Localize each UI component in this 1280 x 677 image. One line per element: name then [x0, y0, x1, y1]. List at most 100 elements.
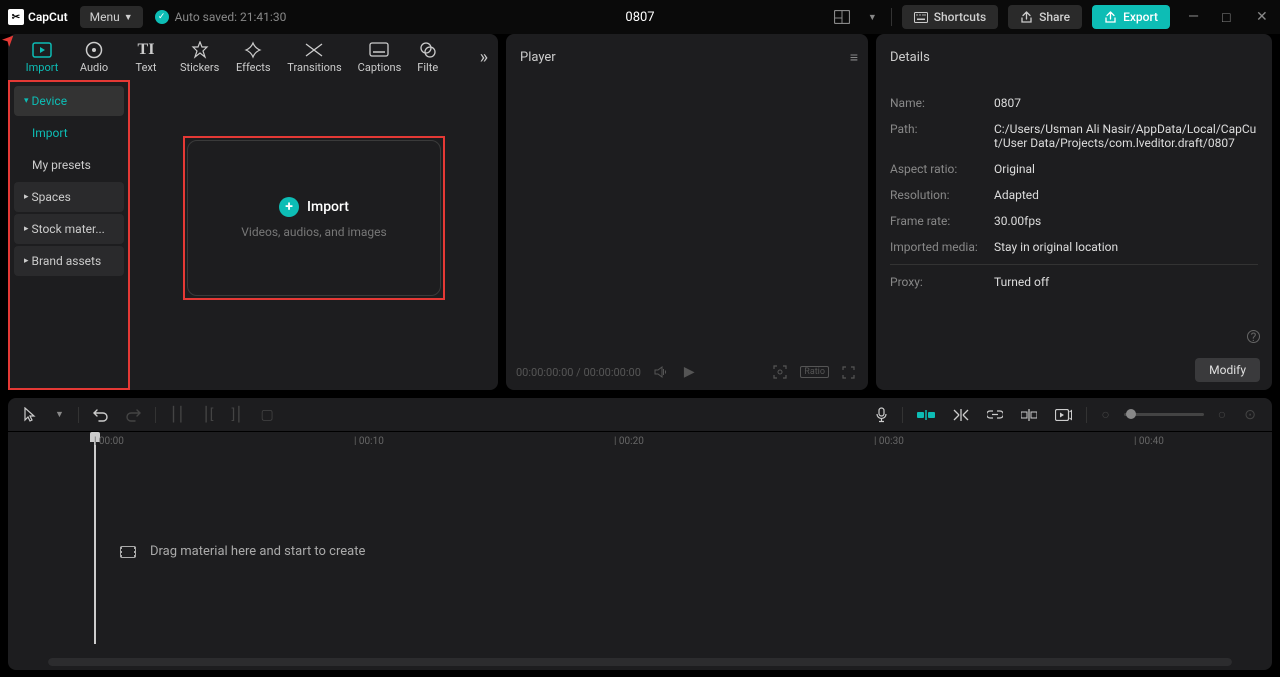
- import-subtitle: Videos, audios, and images: [241, 225, 386, 239]
- cursor-tool[interactable]: [20, 405, 41, 424]
- caret-right-icon: ▸: [24, 256, 29, 266]
- detail-row-name: Name:0807: [890, 90, 1258, 116]
- player-controls: 00:00:00:00 / 00:00:00:00 ▶ Ratio: [506, 354, 868, 390]
- import-title: Import: [307, 199, 349, 215]
- tab-filters[interactable]: Filte: [409, 37, 446, 78]
- timeline: ▼ ⎮⎮ ⎮[ ]⎮ ▢ ○ ○ ⊙ | 00:00| 00:10| 00:20…: [8, 398, 1272, 670]
- trim-left-tool[interactable]: ⎮[: [199, 405, 218, 425]
- split-tool[interactable]: ⎮⎮: [166, 405, 189, 425]
- player-menu-icon[interactable]: ≡: [850, 49, 858, 66]
- detail-label: Frame rate:: [890, 214, 994, 228]
- zoom-slider[interactable]: [1124, 413, 1204, 416]
- separator: [1086, 407, 1087, 423]
- sidebar-item-label: My presets: [32, 158, 91, 172]
- modify-button[interactable]: Modify: [1195, 358, 1260, 382]
- detail-value: Stay in original location: [994, 240, 1258, 254]
- player-panel: 00:00:00:00 / 00:00:00:00 ▶ Ratio: [506, 80, 868, 390]
- link-tool[interactable]: [983, 408, 1007, 421]
- divider: [890, 264, 1258, 265]
- separator: [155, 407, 156, 423]
- sidebar-item-import[interactable]: Import: [14, 118, 124, 148]
- maximize-button[interactable]: □: [1214, 5, 1238, 30]
- ruler-mark: | 00:40: [1134, 436, 1164, 447]
- detail-label: Imported media:: [890, 240, 994, 254]
- player-viewport: [506, 80, 868, 354]
- caret-down-icon: ▾: [24, 96, 29, 106]
- time-display: 00:00:00:00 / 00:00:00:00: [516, 366, 641, 379]
- audio-icon: [85, 41, 103, 59]
- ruler-mark: | 00:30: [874, 436, 904, 447]
- fullscreen-icon[interactable]: [839, 364, 858, 381]
- detail-value: 30.00fps: [994, 214, 1258, 228]
- trim-right-tool[interactable]: ]⎮: [228, 405, 247, 425]
- detail-label: Proxy:: [890, 275, 994, 289]
- tab-stickers[interactable]: Stickers: [172, 37, 227, 78]
- export-button[interactable]: Export: [1092, 5, 1170, 29]
- minimize-button[interactable]: —: [1180, 5, 1204, 29]
- plus-icon: +: [279, 197, 299, 217]
- timeline-scrollbar[interactable]: [48, 658, 1232, 666]
- sidebar-item-presets[interactable]: My presets: [14, 150, 124, 180]
- tab-transitions[interactable]: Transitions: [279, 37, 349, 78]
- tabs-overflow-button[interactable]: »: [476, 47, 492, 68]
- timeline-ruler[interactable]: | 00:00| 00:10| 00:20| 00:30| 00:40: [8, 432, 1272, 454]
- scrollbar-thumb[interactable]: [48, 658, 1232, 666]
- menu-label: Menu: [90, 10, 120, 24]
- play-button[interactable]: ▶: [681, 362, 698, 382]
- stickers-icon: [191, 41, 209, 59]
- sidebar-item-stock[interactable]: ▸Stock mater...: [14, 214, 124, 244]
- scan-icon[interactable]: [770, 363, 790, 381]
- volume-icon[interactable]: [651, 364, 671, 380]
- sidebar-item-spaces[interactable]: ▸Spaces: [14, 182, 124, 212]
- detail-label: Name:: [890, 96, 994, 110]
- ratio-button[interactable]: Ratio: [800, 366, 829, 378]
- shortcuts-button[interactable]: Shortcuts: [902, 5, 998, 29]
- snap-tool[interactable]: [913, 408, 939, 422]
- tab-label: Text: [136, 61, 157, 74]
- details-header: Details: [876, 34, 1272, 80]
- sidebar-item-device[interactable]: ▾Device: [14, 86, 124, 116]
- info-icon[interactable]: ?: [1247, 330, 1260, 343]
- autosave-status: ✓ Auto saved: 21:41:30: [155, 10, 287, 24]
- tab-audio[interactable]: Audio: [68, 37, 120, 78]
- delete-tool[interactable]: ▢: [257, 405, 278, 425]
- redo-button[interactable]: [122, 406, 145, 424]
- cursor-dropdown[interactable]: ▼: [51, 407, 68, 422]
- undo-button[interactable]: [89, 406, 112, 424]
- zoom-out-icon[interactable]: ○: [1097, 404, 1113, 425]
- tab-effects[interactable]: Effects: [227, 37, 279, 78]
- title-bar: ✂ CapCut Menu ▼ ✓ Auto saved: 21:41:30 0…: [0, 0, 1280, 34]
- magnet-tool[interactable]: [949, 407, 973, 423]
- chevron-down-icon[interactable]: ▼: [864, 8, 881, 27]
- import-dropzone[interactable]: + Import Videos, audios, and images: [187, 140, 441, 296]
- timeline-tracks[interactable]: Drag material here and start to create: [8, 454, 1272, 658]
- detail-row-aspect: Aspect ratio:Original: [890, 156, 1258, 182]
- zoom-fit-icon[interactable]: ⊙: [1240, 405, 1260, 425]
- shortcuts-label: Shortcuts: [934, 10, 986, 24]
- tab-captions[interactable]: Captions: [350, 37, 410, 78]
- details-title: Details: [890, 50, 930, 65]
- share-icon: [1020, 11, 1033, 24]
- share-button[interactable]: Share: [1008, 5, 1082, 29]
- zoom-in-icon[interactable]: ○: [1214, 404, 1230, 425]
- mic-icon[interactable]: [871, 405, 892, 425]
- detail-value: Original: [994, 162, 1258, 176]
- preview-tool[interactable]: [1051, 407, 1076, 423]
- logo-text: CapCut: [28, 10, 68, 24]
- align-tool[interactable]: [1017, 407, 1041, 423]
- tab-import[interactable]: Import: [16, 37, 68, 78]
- close-button[interactable]: ✕: [1248, 5, 1272, 29]
- ruler-mark: | 00:00: [94, 436, 124, 447]
- tab-text[interactable]: TI Text: [120, 37, 172, 78]
- layout-icon[interactable]: [830, 6, 854, 28]
- import-icon: [32, 41, 52, 59]
- captions-icon: [369, 41, 389, 59]
- zoom-thumb[interactable]: [1126, 409, 1136, 419]
- separator: [78, 407, 79, 423]
- import-box-annotation: + Import Videos, audios, and images: [183, 136, 445, 300]
- sidebar-item-label: Stock mater...: [32, 222, 105, 236]
- menu-button[interactable]: Menu ▼: [80, 6, 143, 28]
- sidebar-item-brand[interactable]: ▸Brand assets: [14, 246, 124, 276]
- tab-label: Filte: [417, 61, 438, 74]
- export-icon: [1104, 11, 1117, 24]
